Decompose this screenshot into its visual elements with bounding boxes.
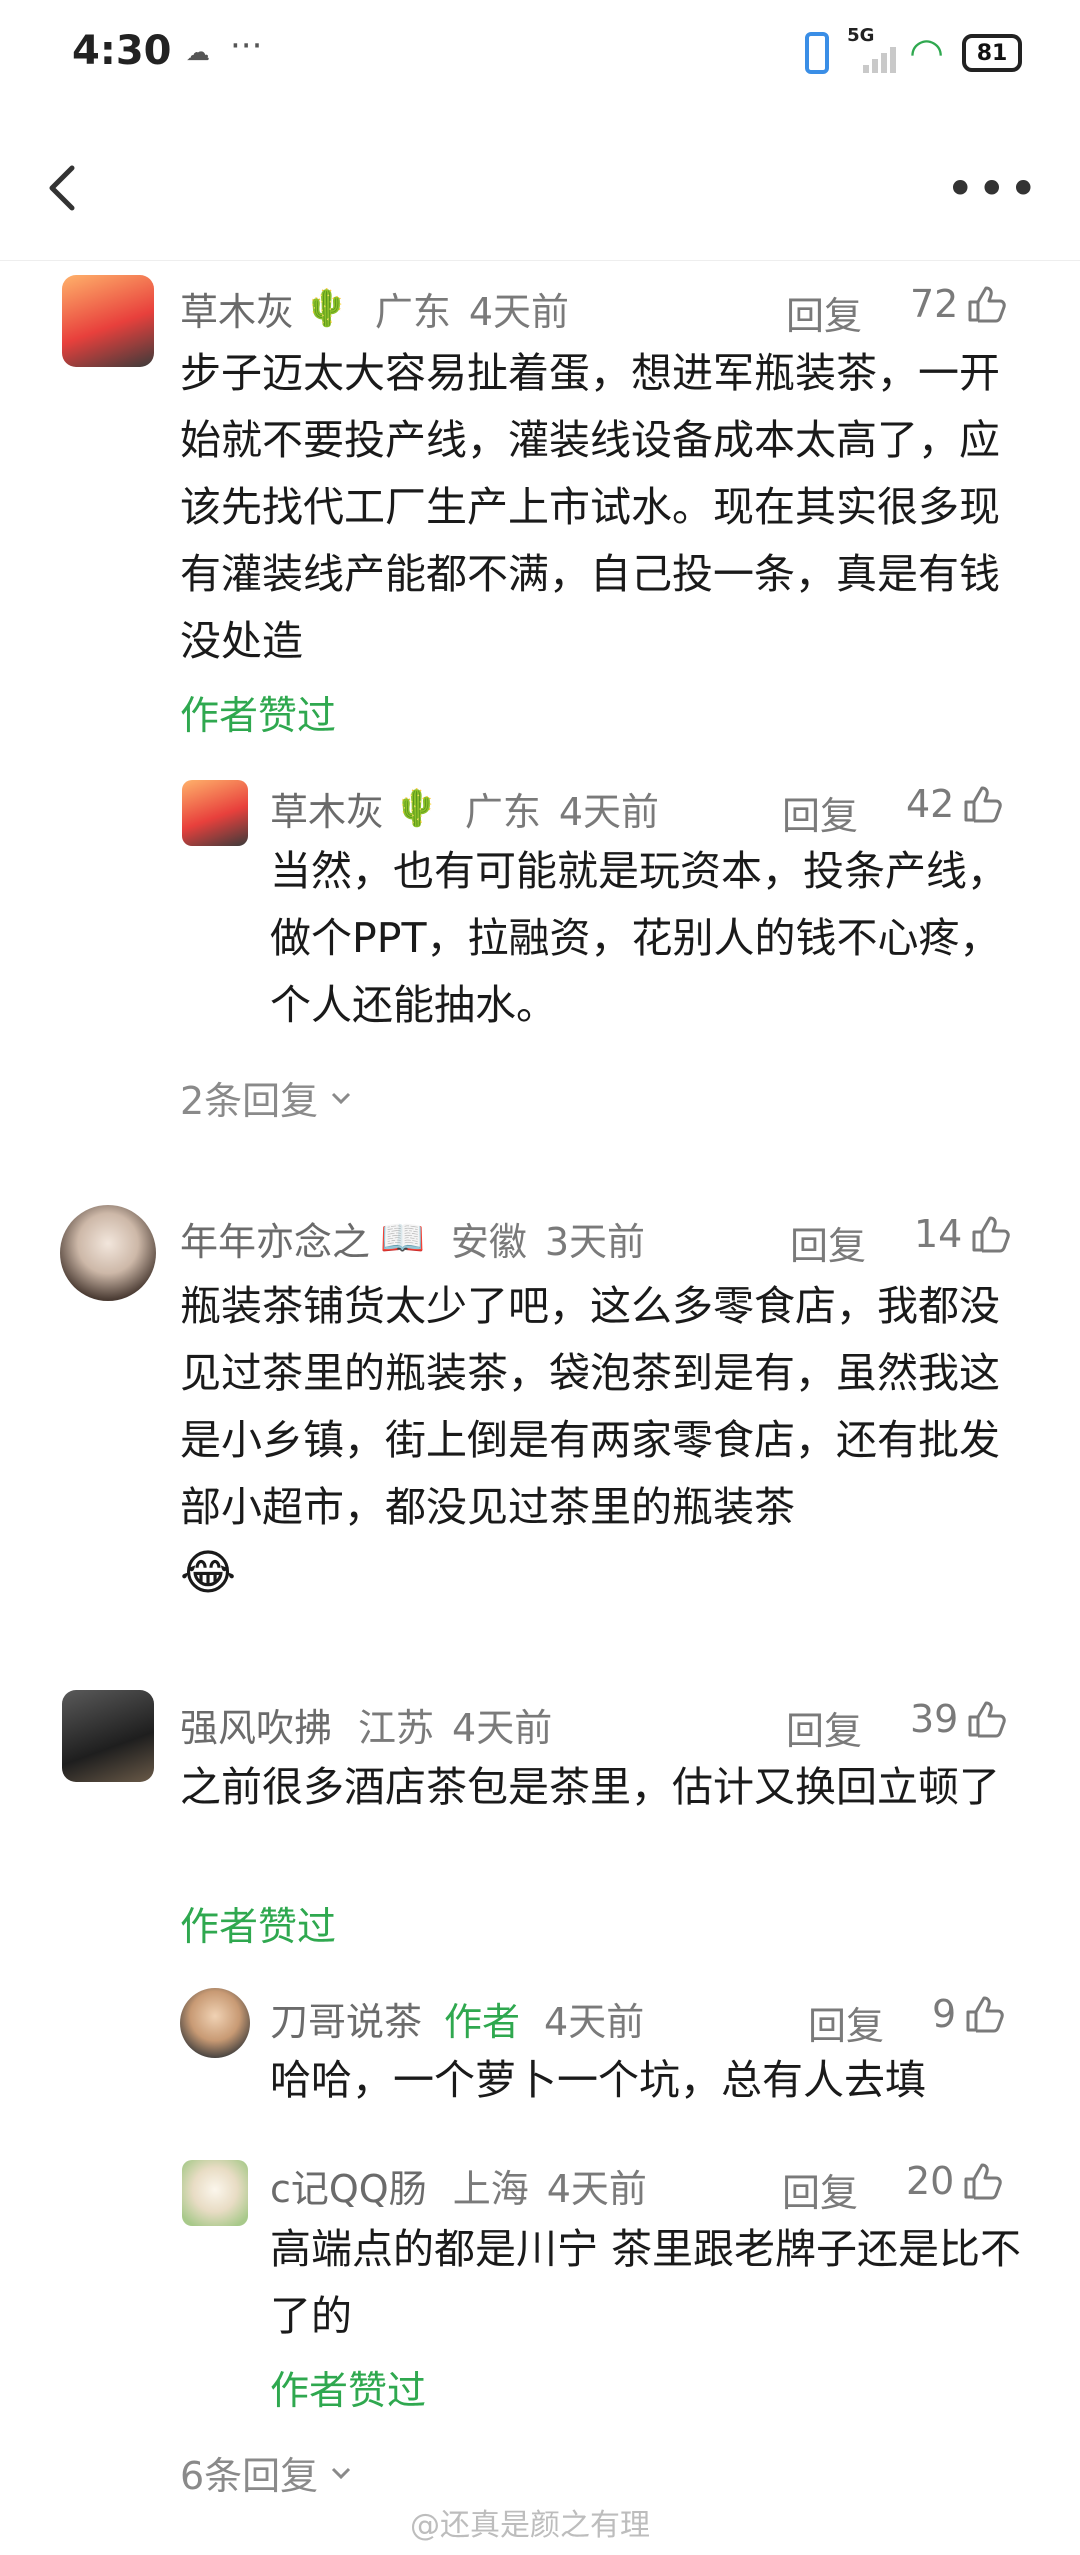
location: 广东 bbox=[374, 289, 451, 334]
author-badge: 作者 bbox=[444, 1999, 521, 2044]
comment-meta: 年年亦念之 📖 安徽 3天前 bbox=[180, 1208, 645, 1268]
reply-button[interactable]: 回复 bbox=[786, 1700, 862, 1755]
like-button[interactable]: 39 bbox=[910, 1697, 1008, 1741]
wifi-icon: ◠ bbox=[909, 30, 944, 76]
reply-button[interactable]: 回复 bbox=[808, 1995, 884, 2050]
thumbs-up-icon bbox=[968, 286, 1007, 323]
timestamp: 4天前 bbox=[546, 2166, 647, 2211]
comment-text: 哈哈，一个萝卜一个坑，总有人去填 bbox=[270, 2056, 926, 2104]
comment-text: 瓶装茶铺货太少了吧，这么多零食店，我都没见过茶里的瓶装茶，袋泡茶到是有，虽然我这… bbox=[180, 1282, 1000, 1531]
user-name[interactable]: 草木灰 bbox=[180, 281, 294, 336]
book-badge-icon: 📖 bbox=[380, 1218, 425, 1259]
reply-button[interactable]: 回复 bbox=[790, 1215, 866, 1270]
status-bar: 4:30 ☁ ··· 5G ◠ 81 bbox=[0, 0, 1080, 120]
reply-button[interactable]: 回复 bbox=[786, 285, 862, 340]
like-button[interactable]: 42 bbox=[906, 782, 1004, 826]
comment-text: 步子迈太大容易扯着蛋，想进军瓶装茶，一开始就不要投产线，灌装线设备成本太高了，应… bbox=[180, 349, 1000, 665]
timestamp: 4天前 bbox=[558, 789, 660, 834]
status-icons: 5G ◠ 81 bbox=[805, 25, 1022, 76]
chevron-down-icon bbox=[332, 1092, 351, 1104]
avatar[interactable] bbox=[180, 1988, 250, 2058]
timestamp: 4天前 bbox=[544, 1999, 645, 2044]
thumbs-up-icon bbox=[964, 2163, 1003, 2200]
like-button[interactable]: 72 bbox=[910, 282, 1008, 326]
timestamp: 4天前 bbox=[468, 289, 570, 334]
comment-text: 高端点的都是川宁 茶里跟老牌子还是比不了的 bbox=[270, 2225, 1022, 2340]
thumbs-up-icon bbox=[966, 1996, 1004, 2033]
thumbs-up-icon bbox=[972, 1216, 1011, 1253]
comment-meta: c记QQ肠 上海 4天前 bbox=[270, 2155, 647, 2215]
comment-meta: 刀哥说茶 作者 4天前 bbox=[270, 1988, 644, 2048]
back-icon[interactable] bbox=[36, 158, 96, 218]
user-name[interactable]: c记QQ肠 bbox=[270, 2158, 427, 2213]
author-liked-label: 作者赞过 bbox=[270, 2369, 427, 2414]
user-name[interactable]: 刀哥说茶 bbox=[270, 1991, 422, 2046]
user-name[interactable]: 年年亦念之 bbox=[180, 1211, 370, 1266]
more-status-icon: ··· bbox=[230, 26, 263, 66]
comment-text: 之前很多酒店茶包是茶里，估计又换回立顿了 bbox=[180, 1763, 1000, 1811]
like-count: 14 bbox=[914, 1212, 963, 1256]
location: 上海 bbox=[452, 2166, 529, 2211]
like-count: 42 bbox=[906, 782, 955, 826]
status-time: 4:30 bbox=[72, 28, 172, 74]
like-button[interactable]: 20 bbox=[906, 2159, 1004, 2203]
comment-meta: 强风吹拂 江苏 4天前 bbox=[180, 1694, 552, 1754]
like-count: 9 bbox=[932, 1992, 957, 2036]
user-name[interactable]: 草木灰 bbox=[270, 781, 384, 836]
location: 江苏 bbox=[358, 1705, 435, 1750]
phone-vibrate-icon bbox=[805, 32, 830, 74]
user-name[interactable]: 强风吹拂 bbox=[180, 1697, 332, 1752]
comment-meta: 草木灰 🌵 广东 4天前 bbox=[270, 778, 659, 838]
chevron-down-icon bbox=[332, 2467, 351, 2479]
like-count: 39 bbox=[910, 1697, 959, 1741]
like-count: 20 bbox=[906, 2159, 955, 2203]
watermark: @还真是颜之有理 bbox=[410, 2508, 650, 2543]
more-menu-icon[interactable]: ••• bbox=[946, 164, 1040, 214]
thumbs-up-icon bbox=[964, 786, 1003, 823]
timestamp: 4天前 bbox=[452, 1705, 553, 1750]
expand-replies-label: 2条回复 bbox=[180, 1079, 319, 1123]
cloud-icon: ☁ bbox=[186, 38, 210, 66]
battery-level: 81 bbox=[976, 40, 1008, 66]
avatar[interactable] bbox=[182, 2160, 248, 2226]
avatar[interactable] bbox=[182, 780, 248, 846]
avatar[interactable] bbox=[62, 1690, 154, 1782]
author-liked-label: 作者赞过 bbox=[180, 1905, 337, 1950]
location: 安徽 bbox=[450, 1219, 527, 1264]
timestamp: 3天前 bbox=[544, 1219, 646, 1264]
comment-text: 当然，也有可能就是玩资本，投条产线，做个PPT，拉融资，花别人的钱不心疼，个人还… bbox=[270, 847, 1008, 1029]
comment-meta: 草木灰 🌵 广东 4天前 bbox=[180, 278, 569, 338]
like-count: 72 bbox=[910, 282, 959, 326]
avatar[interactable] bbox=[60, 1205, 156, 1301]
cactus-badge-icon: 🌵 bbox=[394, 788, 439, 829]
expand-replies-label: 6条回复 bbox=[180, 2454, 319, 2498]
author-liked-label: 作者赞过 bbox=[180, 694, 337, 739]
expand-replies-button[interactable]: 6条回复 bbox=[180, 2445, 356, 2500]
signal-label: 5G bbox=[847, 25, 875, 46]
reply-button[interactable]: 回复 bbox=[782, 785, 858, 840]
avatar[interactable] bbox=[62, 275, 154, 367]
nav-bar: ••• bbox=[0, 120, 1080, 261]
expand-replies-button[interactable]: 2条回复 bbox=[180, 1070, 356, 1125]
like-button[interactable]: 14 bbox=[914, 1212, 1012, 1256]
thumbs-up-icon bbox=[968, 1701, 1007, 1738]
battery-icon: 81 bbox=[962, 34, 1022, 72]
reply-button[interactable]: 回复 bbox=[782, 2162, 858, 2217]
location: 广东 bbox=[464, 789, 541, 834]
like-button[interactable]: 9 bbox=[932, 1992, 1006, 2036]
laughing-tears-emoji-icon: 😂 bbox=[180, 1545, 237, 1601]
cactus-badge-icon: 🌵 bbox=[304, 288, 349, 329]
signal-icon: 5G bbox=[847, 25, 897, 75]
